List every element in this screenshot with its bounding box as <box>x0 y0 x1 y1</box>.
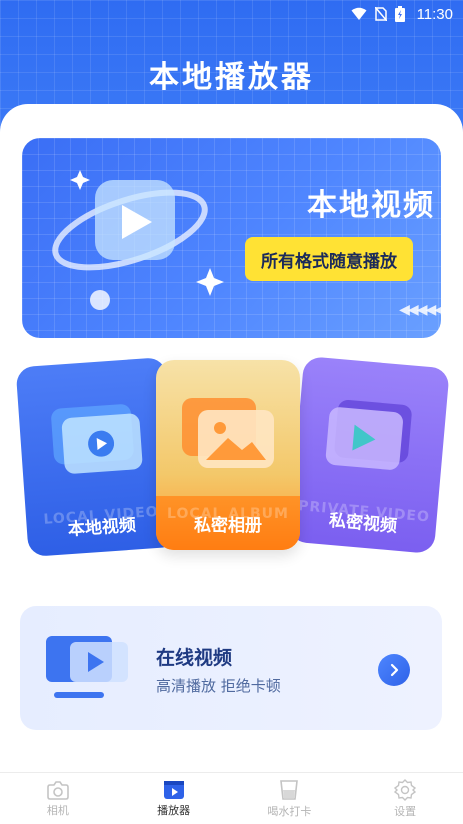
banner-title: 本地视频 <box>307 188 435 223</box>
nav-item-settings[interactable]: 设置 <box>347 773 463 824</box>
status-bar: 11:30 <box>0 0 463 28</box>
online-video-subtitle: 高清播放 拒绝卡顿 <box>156 677 281 695</box>
chevron-right-icon[interactable] <box>378 654 410 686</box>
private-video-icon <box>325 399 412 470</box>
card-private-album[interactable]: LOCAL ALBUM 私密相册 <box>156 360 300 550</box>
monitor-play-icon <box>44 632 134 708</box>
play-hologram-illustration <box>40 150 240 314</box>
camera-icon <box>47 780 69 800</box>
online-video-title: 在线视频 <box>156 647 233 669</box>
status-time: 11:30 <box>416 5 453 23</box>
card-label: 私密相册 <box>194 516 262 536</box>
page-title: 本地播放器 <box>149 60 314 95</box>
nav-label: 相机 <box>46 803 69 817</box>
arrows-icon: ◀◀◀◀◀ <box>399 302 445 318</box>
card-local-video[interactable]: LOCAL VIDEO 本地视频 <box>15 356 179 558</box>
nav-item-camera[interactable]: 相机 <box>0 773 116 824</box>
video-icon <box>51 404 143 474</box>
bottom-nav: 相机 播放器 喝水打卡 设置 <box>0 772 463 824</box>
battery-charging-icon <box>394 6 405 22</box>
player-icon <box>163 780 184 799</box>
nav-item-water[interactable]: 喝水打卡 <box>232 773 348 824</box>
nav-label: 设置 <box>394 804 417 818</box>
water-cup-icon <box>280 779 299 800</box>
banner-pill[interactable]: 所有格式随意播放 <box>245 237 413 281</box>
album-icon <box>182 398 274 468</box>
no-sim-icon <box>374 7 387 21</box>
nav-label: 喝水打卡 <box>267 804 312 818</box>
gear-icon <box>394 778 417 801</box>
card-private-video[interactable]: PRIVATE VIDEO 私密视频 <box>288 355 450 555</box>
nav-label: 播放器 <box>157 803 191 817</box>
wifi-icon <box>351 7 367 21</box>
nav-item-player[interactable]: 播放器 <box>116 773 232 824</box>
